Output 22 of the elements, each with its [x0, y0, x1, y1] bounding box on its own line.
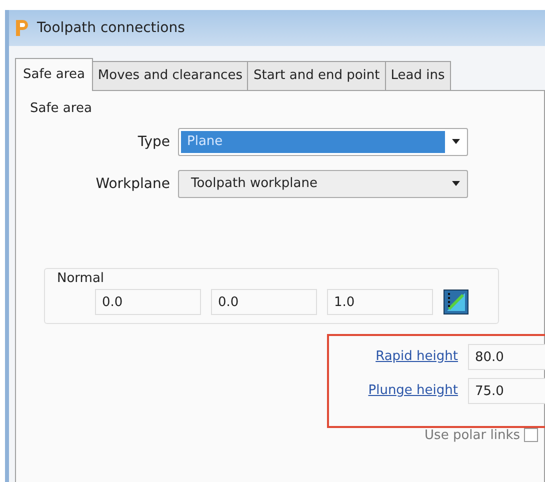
tab[interactable]: Start and end point — [247, 61, 386, 90]
height-link[interactable]: Plunge height — [368, 380, 458, 400]
tab[interactable]: Safe area — [15, 58, 93, 90]
tab[interactable]: Lead ins — [384, 61, 451, 90]
app-logo-icon — [13, 18, 31, 38]
dropdown-arrow-icon — [451, 139, 461, 145]
height-link[interactable]: Rapid height — [376, 346, 458, 366]
checkbox-label: Use polar links — [424, 426, 520, 444]
dropdown-arrow-icon — [451, 181, 461, 187]
checkbox[interactable] — [524, 428, 538, 442]
field-label: Workplane — [94, 174, 170, 194]
window-title: Toolpath connections — [37, 18, 185, 38]
number-field[interactable]: 0.0 — [95, 288, 201, 314]
field-label: Type — [136, 132, 170, 152]
number-field[interactable]: 75.0 — [468, 378, 545, 404]
number-field[interactable]: 0.0 — [211, 288, 317, 314]
tab[interactable]: Moves and clearances — [92, 61, 248, 90]
dropdown[interactable]: Toolpath workplane — [178, 170, 468, 198]
number-field[interactable]: 1.0 — [327, 288, 433, 314]
vector-edit-icon[interactable] — [443, 288, 469, 314]
group-title: Safe area — [30, 100, 93, 118]
number-field[interactable]: 80.0 — [468, 344, 545, 370]
